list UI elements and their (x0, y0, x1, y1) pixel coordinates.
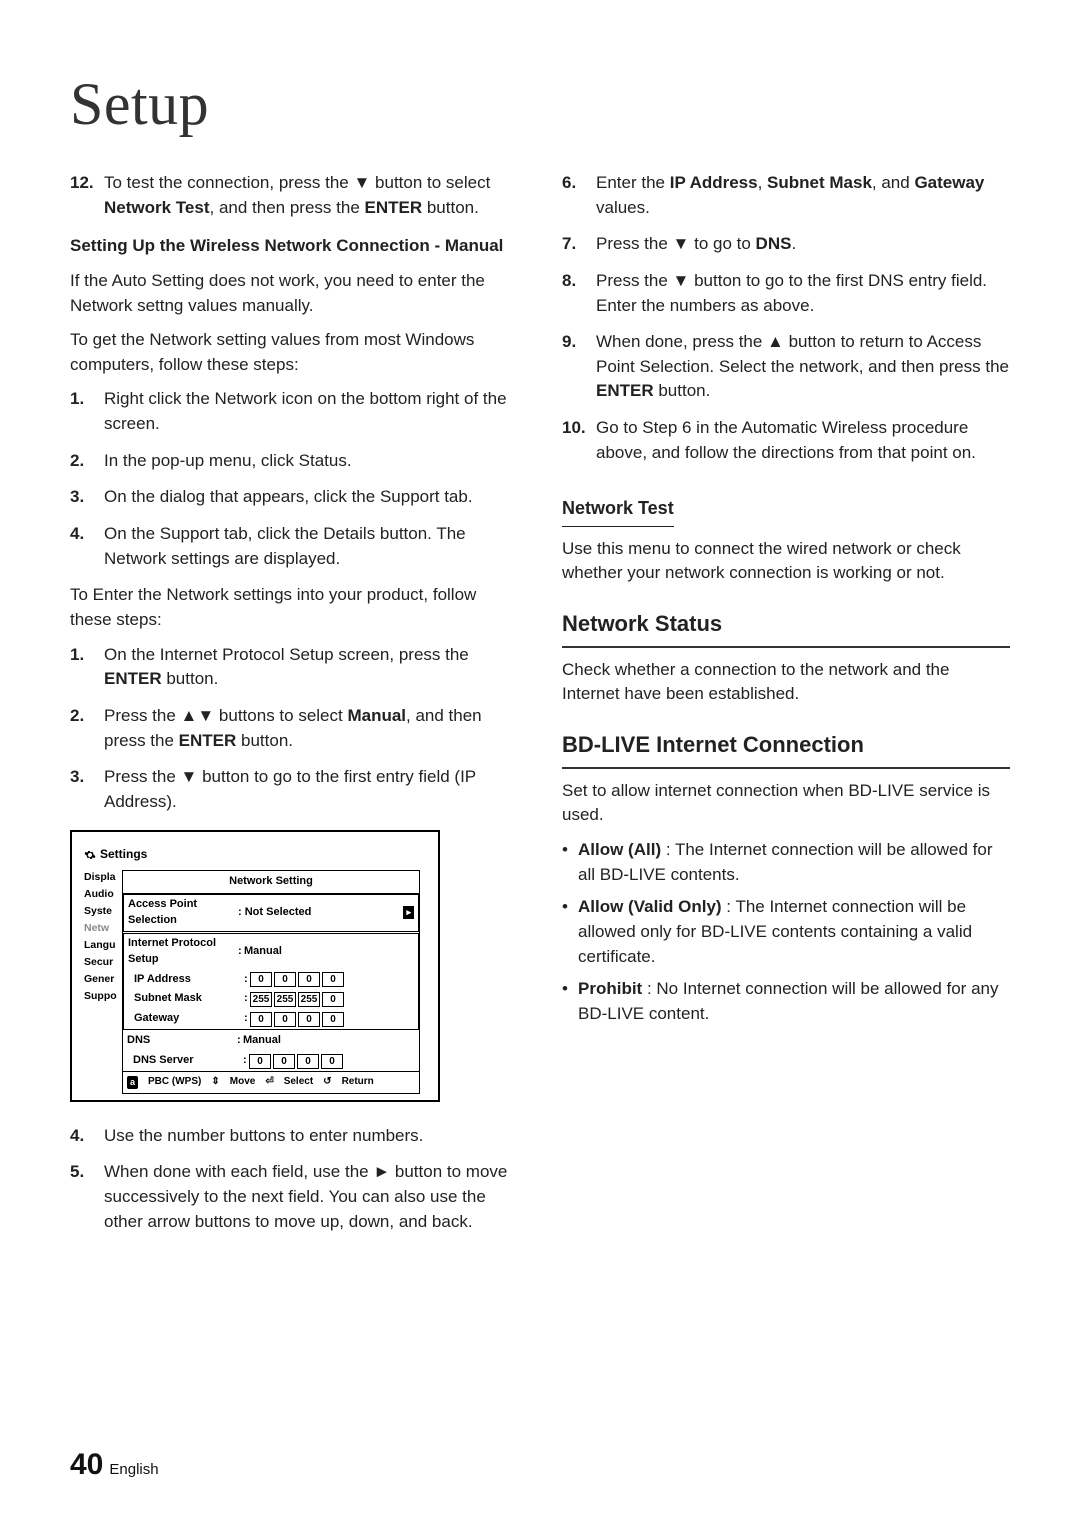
page-language: English (109, 1461, 158, 1478)
down-icon: ▼ (353, 173, 370, 192)
updown-icon: ▲▼ (181, 706, 215, 725)
page-footer: 40 English (70, 1448, 159, 1482)
paragraph: Set to allow internet connection when BD… (562, 779, 1010, 828)
up-icon: ▲ (767, 332, 784, 351)
down-icon: ▼ (673, 234, 690, 253)
list-item: 10.Go to Step 6 in the Automatic Wireles… (562, 416, 1010, 465)
list-item: 3.On the dialog that appears, click the … (70, 485, 518, 510)
paragraph: If the Auto Setting does not work, you n… (70, 269, 518, 318)
list-item: 12. To test the connection, press the ▼ … (70, 171, 518, 220)
settings-screenshot: Settings Displa Audio Syste Netw Langu S… (70, 830, 440, 1101)
paragraph: Use this menu to connect the wired netwo… (562, 537, 1010, 586)
list-item: 4.On the Support tab, click the Details … (70, 522, 518, 571)
settings-label: Settings (100, 846, 147, 863)
list-item: 8. Press the ▼ button to go to the first… (562, 269, 1010, 318)
chevron-right-icon: ▸ (403, 906, 414, 919)
list-item: 9. When done, press the ▲ button to retu… (562, 330, 1010, 404)
enter-icon: ⏎ (265, 1075, 273, 1090)
subsection-heading: Network Test (562, 495, 674, 526)
paragraph: To get the Network setting values from m… (70, 328, 518, 377)
list-item: 6. Enter the IP Address, Subnet Mask, an… (562, 171, 1010, 220)
settings-sidebar: Displa Audio Syste Netw Langu Secur Gene… (84, 870, 122, 1094)
down-icon: ▼ (181, 767, 198, 786)
panel-footer: a PBC (WPS) ⇕Move ⏎Select ↺Return (123, 1071, 419, 1093)
right-column: 6. Enter the IP Address, Subnet Mask, an… (562, 171, 1010, 1246)
list-item: •Allow (All) : The Internet connection w… (562, 838, 1010, 887)
panel-title: Network Setting (123, 871, 419, 894)
page-title: Setup (70, 70, 1010, 139)
right-icon: ► (373, 1162, 390, 1181)
gear-icon (84, 849, 96, 861)
page-number: 40 (70, 1448, 103, 1482)
list-item: 1. On the Internet Protocol Setup screen… (70, 643, 518, 692)
paragraph: To Enter the Network settings into your … (70, 583, 518, 632)
list-item: 5. When done with each field, use the ► … (70, 1160, 518, 1234)
left-column: 12. To test the connection, press the ▼ … (70, 171, 518, 1246)
section-heading: BD-LIVE Internet Connection (562, 729, 1010, 769)
list-item: 1.Right click the Network icon on the bo… (70, 387, 518, 436)
settings-panel: Network Setting Access Point Selection: … (122, 870, 420, 1094)
paragraph: Check whether a connection to the networ… (562, 658, 1010, 707)
move-icon: ⇕ (211, 1075, 219, 1090)
list-item: 3. Press the ▼ button to go to the first… (70, 765, 518, 814)
section-heading: Network Status (562, 608, 1010, 648)
step-number: 12. (70, 171, 104, 220)
subsection-heading: Setting Up the Wireless Network Connecti… (70, 234, 518, 259)
content-columns: 12. To test the connection, press the ▼ … (70, 171, 1010, 1246)
list-item: •Allow (Valid Only) : The Internet conne… (562, 895, 1010, 969)
list-item: 2. Press the ▲▼ buttons to select Manual… (70, 704, 518, 753)
list-item: 7. Press the ▼ to go to DNS. (562, 232, 1010, 257)
down-icon: ▼ (673, 271, 690, 290)
step-text: To test the connection, press the ▼ butt… (104, 171, 518, 220)
list-item: •Prohibit : No Internet connection will … (562, 977, 1010, 1026)
return-icon: ↺ (323, 1075, 331, 1090)
a-button-icon: a (127, 1076, 138, 1089)
list-item: 4.Use the number buttons to enter number… (70, 1124, 518, 1149)
list-item: 2.In the pop-up menu, click Status. (70, 449, 518, 474)
